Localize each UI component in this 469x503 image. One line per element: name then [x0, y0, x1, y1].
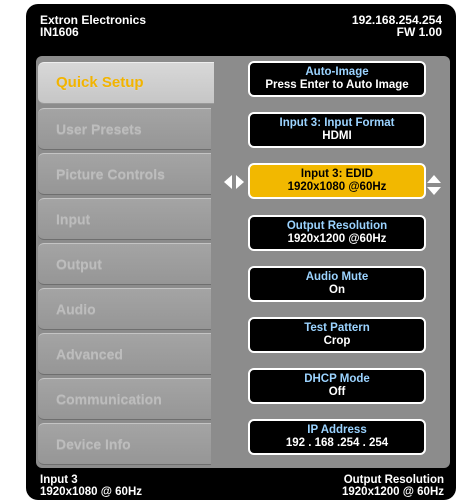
tab-audio[interactable]: Audio — [38, 288, 211, 330]
tab-output[interactable]: Output — [38, 243, 211, 285]
setting-value: 1920x1200 @60Hz — [287, 233, 387, 245]
dhcp-mode-button[interactable]: DHCP Mode Off — [248, 368, 426, 404]
setting-title: Input 3: Input Format — [279, 117, 395, 129]
output-value: 1920x1200 @ 60Hz — [341, 486, 444, 498]
tab-user-presets[interactable]: User Presets — [38, 108, 211, 150]
setting-title: Output Resolution — [286, 220, 388, 232]
setting-value: 1920x1080 @60Hz — [287, 181, 387, 193]
output-label: Output Resolution — [343, 474, 444, 486]
output-resolution-status: Output Resolution 1920x1200 @ 60Hz — [342, 474, 444, 498]
setting-title: Input 3: EDID — [300, 168, 374, 180]
test-pattern-button[interactable]: Test Pattern Crop — [248, 317, 426, 353]
setting-value: Off — [328, 386, 346, 398]
edid-button[interactable]: Input 3: EDID 1920x1080 @60Hz — [248, 163, 426, 199]
tab-picture-controls[interactable]: Picture Controls — [38, 153, 211, 195]
setting-title: Test Pattern — [304, 322, 370, 334]
audio-mute-button[interactable]: Audio Mute On — [248, 266, 426, 302]
ip-address-button[interactable]: IP Address 192 . 168 .254 . 254 — [248, 419, 426, 455]
tab-column: Quick Setup User Presets Picture Control… — [36, 56, 214, 468]
input-value: 1920x1080 @ 60Hz — [40, 486, 143, 498]
setting-title: Audio Mute — [305, 271, 369, 283]
tab-device-info[interactable]: Device Info — [38, 423, 211, 465]
auto-image-button[interactable]: Auto-Image Press Enter to Auto Image — [248, 61, 426, 97]
up-down-arrow-icon[interactable] — [427, 175, 441, 195]
network-info: 192.168.254.254 FW 1.00 — [352, 14, 442, 38]
tab-advanced[interactable]: Advanced — [38, 333, 211, 375]
setting-value: 192 . 168 .254 . 254 — [285, 437, 389, 449]
setting-value: On — [329, 284, 345, 296]
model-name: IN1606 — [40, 25, 79, 39]
tab-input[interactable]: Input — [38, 198, 211, 240]
setting-value: Press Enter to Auto Image — [265, 79, 409, 91]
setting-value: Crop — [323, 335, 351, 347]
device-identity: Extron Electronics IN1606 — [40, 14, 146, 38]
tab-quick-setup[interactable]: Quick Setup — [38, 62, 214, 104]
setting-value: HDMI — [322, 130, 352, 142]
input-label: Input 3 — [40, 474, 78, 486]
input-format-button[interactable]: Input 3: Input Format HDMI — [248, 112, 426, 148]
tab-communication[interactable]: Communication — [38, 378, 211, 420]
device-screen: Extron Electronics IN1606 192.168.254.25… — [26, 4, 456, 500]
setting-title: Auto-Image — [305, 66, 369, 78]
setting-title: DHCP Mode — [304, 373, 370, 385]
setting-title: IP Address — [307, 424, 367, 436]
firmware-version: FW 1.00 — [396, 25, 442, 39]
current-input-status: Input 3 1920x1080 @ 60Hz — [40, 474, 142, 498]
left-right-arrow-icon[interactable] — [224, 175, 244, 189]
output-resolution-button[interactable]: Output Resolution 1920x1200 @60Hz — [248, 215, 426, 251]
